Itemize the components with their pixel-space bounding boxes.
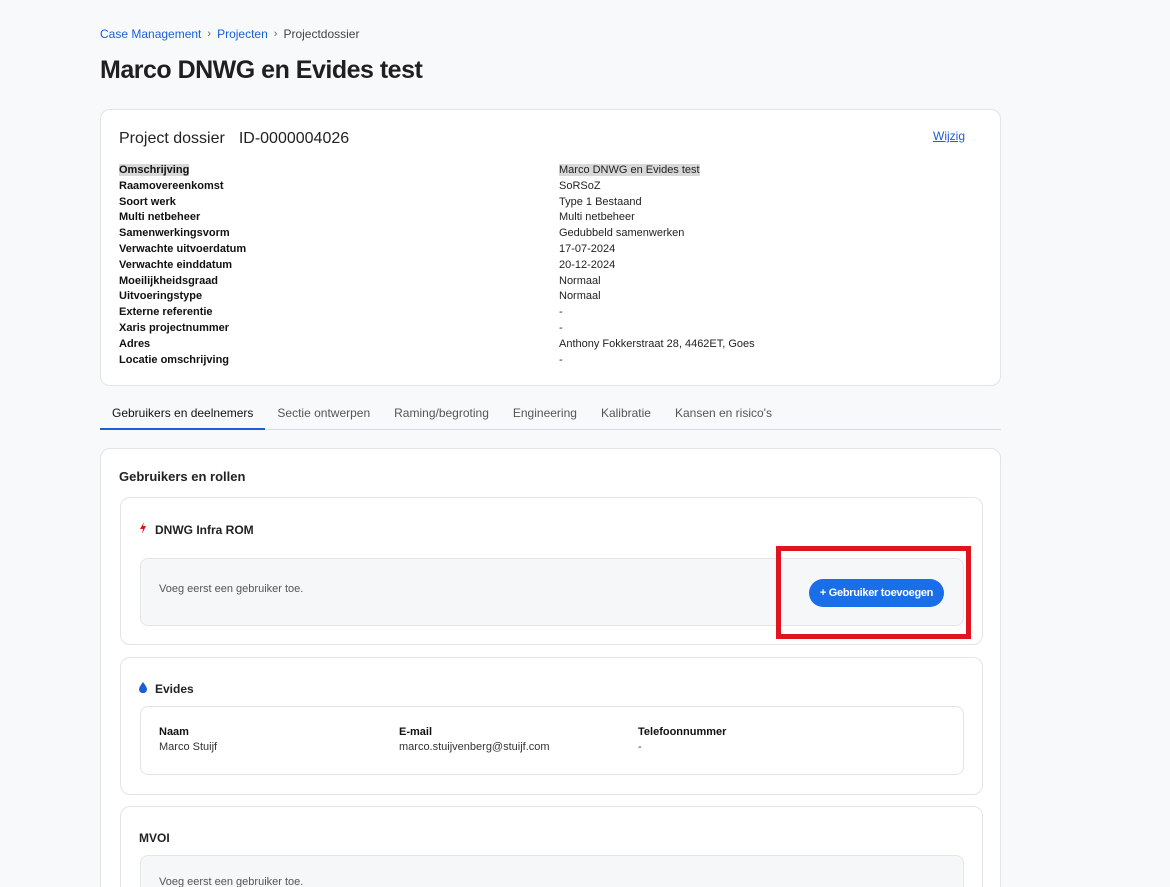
users-table: Naam Marco Stuijf E-mail marco.stuijvenb…	[140, 706, 964, 775]
empty-text: Voeg eerst een gebruiker toe.	[159, 583, 304, 595]
group-name: DNWG Infra ROM	[155, 522, 254, 537]
field-label: Verwachte einddatum	[119, 258, 233, 271]
tab-bar: Gebruikers en deelnemers Sectie ontwerpe…	[100, 402, 1001, 430]
group-header: Evides	[139, 682, 194, 696]
users-and-roles-card: Gebruikers en rollen DNWG Infra ROM Voeg…	[100, 448, 1001, 887]
dossier-header: Project dossier ID-0000004026	[119, 130, 349, 148]
breadcrumb-projecten[interactable]: Projecten	[217, 27, 268, 41]
empty-users-panel: Voeg eerst een gebruiker toe.	[140, 855, 964, 887]
field-row: Moeilijkheidsgraad Normaal	[119, 274, 979, 290]
field-value: Multi netbeheer	[559, 211, 635, 224]
field-row: Omschrijving Marco DNWG en Evides test	[119, 163, 979, 179]
tab-raming-begroting[interactable]: Raming/begroting	[382, 402, 501, 430]
section-title: Gebruikers en rollen	[119, 469, 246, 484]
field-row: Verwachte uitvoerdatum 17-07-2024	[119, 242, 979, 258]
field-value: Gedubbeld samenwerken	[559, 227, 685, 240]
field-row: Verwachte einddatum 20-12-2024	[119, 258, 979, 274]
field-value: 20-12-2024	[559, 258, 616, 271]
breadcrumb-separator: ›	[273, 28, 278, 40]
field-row: Locatie omschrijving -	[119, 353, 979, 369]
group-name: MVOI	[139, 831, 170, 845]
dossier-id: ID-0000004026	[238, 130, 350, 147]
field-label: Uitvoeringstype	[119, 290, 203, 303]
field-label: Moeilijkheidsgraad	[119, 274, 219, 287]
page-title: Marco DNWG en Evides test	[100, 56, 423, 84]
field-row: Soort werk Type 1 Bestaand	[119, 195, 979, 211]
field-label: Soort werk	[119, 195, 176, 208]
phone-column: Telefoonnummer -	[638, 726, 726, 753]
project-dossier-card: Project dossier ID-0000004026 Wijzig Oms…	[100, 109, 1001, 386]
column-header-telefoonnummer: Telefoonnummer	[638, 726, 727, 738]
field-row: Xaris projectnummer -	[119, 321, 979, 337]
email-column: E-mail marco.stuijvenberg@stuijf.com	[399, 726, 550, 753]
field-row: Uitvoeringstype Normaal	[119, 289, 979, 305]
dossier-title: Project dossier	[119, 130, 225, 147]
column-header-email: E-mail	[399, 726, 433, 738]
field-label: Xaris projectnummer	[119, 321, 230, 334]
field-value: Anthony Fokkerstraat 28, 4462ET, Goes	[559, 337, 755, 350]
user-phone: -	[638, 741, 642, 753]
field-row: Multi netbeheer Multi netbeheer	[119, 210, 979, 226]
field-value: Normaal	[559, 274, 601, 287]
tab-gebruikers-en-deelnemers[interactable]: Gebruikers en deelnemers	[100, 402, 266, 430]
field-label: Locatie omschrijving	[119, 353, 230, 366]
lightning-icon	[139, 522, 147, 537]
empty-text: Voeg eerst een gebruiker toe.	[159, 876, 304, 887]
highlight-box	[776, 546, 971, 639]
tab-engineering[interactable]: Engineering	[501, 402, 589, 430]
group-header: DNWG Infra ROM	[139, 522, 254, 537]
breadcrumb-case-management[interactable]: Case Management	[100, 27, 201, 41]
tab-kalibratie[interactable]: Kalibratie	[589, 402, 663, 430]
field-label: Verwachte uitvoerdatum	[119, 242, 247, 255]
dossier-fields: Omschrijving Marco DNWG en Evides test Ra…	[119, 163, 979, 368]
field-value: -	[559, 353, 563, 366]
water-drop-icon	[139, 682, 147, 696]
field-value: Marco DNWG en Evides test	[559, 164, 700, 176]
field-label: Adres	[119, 337, 151, 350]
group-evides: Evides Naam Marco Stuijf E-mail marco.st…	[120, 657, 983, 795]
breadcrumb-separator: ›	[207, 28, 212, 40]
breadcrumb: Case Management › Projecten › Projectdos…	[100, 27, 359, 41]
user-name: Marco Stuijf	[159, 741, 218, 753]
field-row: Samenwerkingsvorm Gedubbeld samenwerken	[119, 226, 979, 242]
field-label: Omschrijving	[119, 164, 190, 176]
tab-sectie-ontwerpen[interactable]: Sectie ontwerpen	[265, 402, 382, 430]
user-email: marco.stuijvenberg@stuijf.com	[399, 741, 550, 753]
tab-kansen-en-risicos[interactable]: Kansen en risico's	[663, 402, 784, 430]
group-name: Evides	[155, 682, 194, 696]
field-row: Adres Anthony Fokkerstraat 28, 4462ET, Go…	[119, 337, 979, 353]
field-label: Externe referentie	[119, 306, 213, 319]
group-mvoi: MVOI Voeg eerst een gebruiker toe.	[120, 806, 983, 887]
field-value: SoRSoZ	[559, 179, 601, 192]
group-header: MVOI	[139, 831, 170, 845]
field-row: Raamovereenkomst SoRSoZ	[119, 179, 979, 195]
field-value: 17-07-2024	[559, 242, 616, 255]
edit-link[interactable]: Wijzig	[933, 129, 965, 143]
field-label: Samenwerkingsvorm	[119, 227, 230, 240]
column-header-naam: Naam	[159, 726, 189, 738]
breadcrumb-current: Projectdossier	[283, 27, 360, 41]
field-label: Multi netbeheer	[119, 211, 201, 224]
field-label: Raamovereenkomst	[119, 179, 224, 192]
name-column: Naam Marco Stuijf	[159, 726, 217, 753]
field-value: -	[559, 306, 563, 319]
field-value: -	[559, 321, 563, 334]
field-value: Type 1 Bestaand	[559, 195, 642, 208]
field-value: Normaal	[559, 290, 601, 303]
field-row: Externe referentie -	[119, 305, 979, 321]
